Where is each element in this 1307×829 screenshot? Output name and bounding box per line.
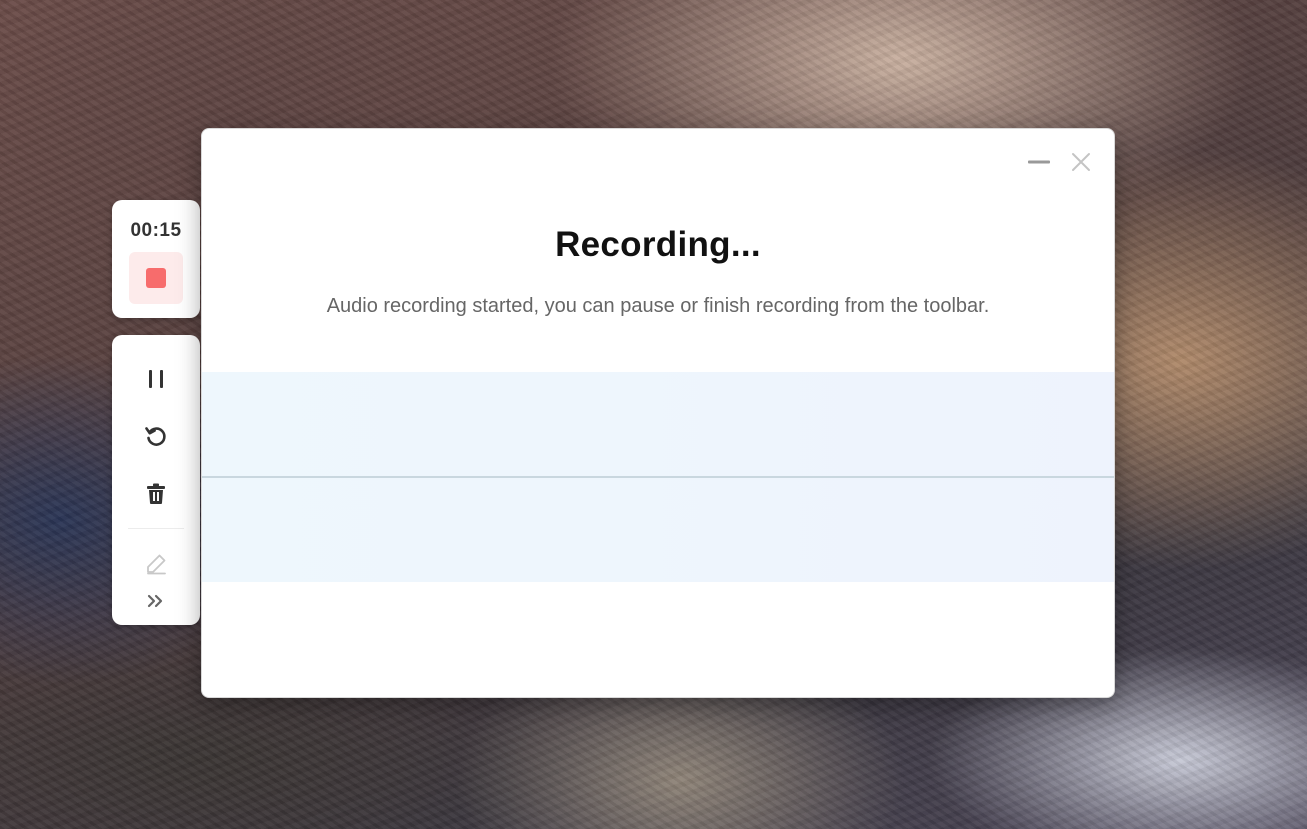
close-button[interactable] <box>1068 149 1094 175</box>
dialog-title: Recording... <box>555 225 761 264</box>
annotate-button[interactable] <box>136 546 176 582</box>
audio-waveform <box>202 372 1114 582</box>
recording-timer-panel: 00:15 <box>112 200 200 318</box>
restart-button[interactable] <box>136 418 176 454</box>
pause-icon <box>149 370 163 388</box>
minimize-icon <box>1028 160 1050 164</box>
minimize-button[interactable] <box>1026 149 1052 175</box>
double-chevron-right-icon <box>147 594 163 608</box>
stop-recording-button[interactable] <box>129 252 183 304</box>
dialog-description: Audio recording started, you can pause o… <box>326 295 990 317</box>
trash-icon <box>147 483 165 504</box>
waveform-baseline <box>202 476 1114 478</box>
toolbar-divider <box>128 528 184 529</box>
recording-toolbar <box>112 335 200 625</box>
elapsed-time: 00:15 <box>130 220 182 241</box>
delete-button[interactable] <box>136 476 176 512</box>
recording-dialog: Recording... Audio recording started, yo… <box>201 128 1115 698</box>
restart-icon <box>145 427 166 446</box>
expand-toolbar-button[interactable] <box>136 583 176 619</box>
pencil-icon <box>147 554 166 575</box>
pause-button[interactable] <box>136 361 176 397</box>
close-icon <box>1072 153 1090 171</box>
stop-icon <box>146 268 166 288</box>
